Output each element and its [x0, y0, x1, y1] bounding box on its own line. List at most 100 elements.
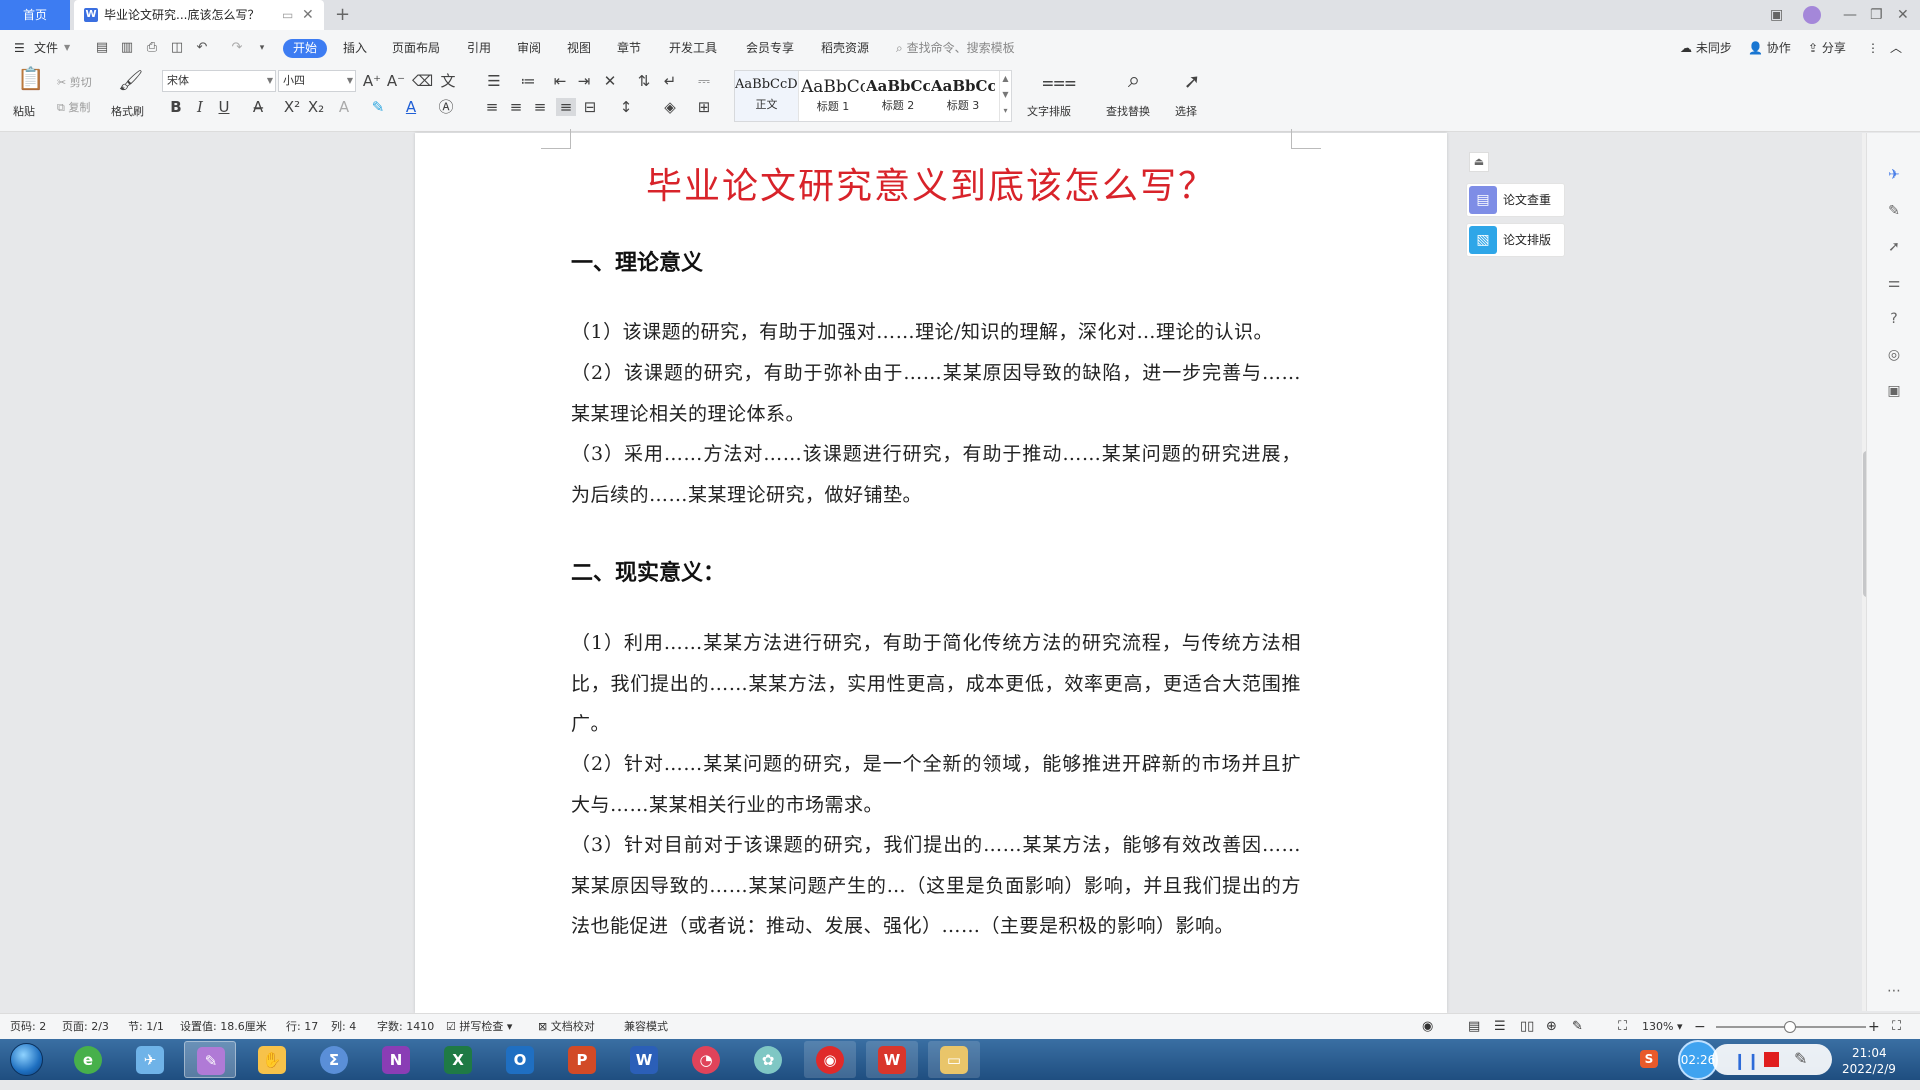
tab-document[interactable]: W 毕业论文研究...底该怎么写？ ▭ ✕ [74, 0, 324, 30]
paper-check-button[interactable]: ▤ 论文查重 [1466, 183, 1565, 217]
select-icon[interactable]: ➚ [1884, 237, 1904, 257]
zoom-out-icon[interactable]: − [1694, 1014, 1706, 1040]
menu-review[interactable]: 审阅 [517, 30, 541, 66]
grow-font-icon[interactable]: A⁺ [362, 72, 382, 90]
undo-icon[interactable]: ↶ [194, 40, 210, 56]
menu-view[interactable]: 视图 [567, 30, 591, 66]
taskbar-app[interactable]: ◉ [804, 1041, 856, 1078]
sort-icon[interactable]: ⇅ [634, 72, 654, 90]
collapse-ribbon-icon[interactable]: ︿ [1890, 30, 1902, 66]
select-label[interactable]: 选择 [1175, 103, 1197, 119]
font-size-select[interactable]: 小四 ▼ [278, 70, 356, 92]
outline-view-icon[interactable]: ☰ [1494, 1014, 1506, 1040]
document-page[interactable]: 毕业论文研究意义到底该怎么写？ 一、理论意义 （1）该课题的研究，有助于加强对…… [415, 129, 1447, 1013]
taskbar-app[interactable]: e [62, 1041, 114, 1078]
print-icon[interactable]: ⎙ [144, 40, 160, 56]
avatar[interactable] [1803, 6, 1821, 24]
tab-close-icon[interactable]: ✕ [302, 0, 314, 30]
taskbar-app[interactable]: ✈ [124, 1041, 176, 1078]
zoom-slider-handle[interactable] [1784, 1021, 1796, 1033]
proofread-button[interactable]: ⊠ 文档校对 [538, 1014, 595, 1040]
more-dots-icon[interactable]: ⋯ [1884, 981, 1904, 1001]
font-name-select[interactable]: 宋体 ▼ [162, 70, 276, 92]
text-layout-icon[interactable]: ⩶ [1042, 71, 1076, 91]
restore-icon[interactable]: ❐ [1870, 0, 1883, 30]
stop-icon[interactable] [1764, 1052, 1779, 1067]
find-replace-icon[interactable]: ⌕ [1121, 70, 1147, 92]
align-center-icon[interactable]: ≡ [506, 98, 526, 116]
distributed-icon[interactable]: ⊟ [580, 98, 600, 116]
text-effect-icon[interactable]: A [334, 98, 354, 116]
subscript-icon[interactable]: X₂ [306, 98, 326, 116]
taskbar-app[interactable]: ◔ [680, 1041, 732, 1078]
settings-sliders-icon[interactable]: ⚌ [1884, 273, 1904, 293]
select-cursor-icon[interactable]: ➚ [1180, 71, 1204, 91]
bullet-list-icon[interactable]: ☰ [484, 72, 504, 90]
fullscreen-icon[interactable]: ⛶ [1892, 1014, 1901, 1040]
menu-docer[interactable]: 稻壳资源 [821, 30, 869, 66]
help-icon[interactable]: ? [1884, 309, 1904, 329]
increase-indent-icon[interactable]: ⇥ [574, 72, 594, 90]
menu-start[interactable]: 开始 [283, 39, 327, 58]
strikethrough-icon[interactable]: A̶ [248, 98, 268, 116]
status-words[interactable]: 字数: 1410 [377, 1014, 434, 1040]
close-window-icon[interactable]: ✕ [1897, 0, 1909, 30]
more-icon[interactable]: ⋮ [1867, 30, 1879, 66]
taskbar-app[interactable]: ▭ [928, 1041, 980, 1078]
fit-page-icon[interactable]: ⛶ [1618, 1014, 1627, 1040]
layout-icon[interactable]: ▣ [1770, 0, 1783, 30]
sync-button[interactable]: ☁ 未同步 [1680, 30, 1732, 66]
tab-pin-icon[interactable]: ▭ [282, 0, 293, 30]
taskbar-app-active[interactable]: ✎ [184, 1041, 236, 1078]
pinyin-icon[interactable]: 文 [438, 72, 458, 90]
eye-protect-icon[interactable]: ◉ [1422, 1014, 1433, 1040]
tab-home[interactable]: 首页 [0, 0, 70, 30]
collab-button[interactable]: 👤 协作 [1748, 30, 1791, 66]
show-marks-icon[interactable]: ↵ [660, 72, 680, 90]
location-icon[interactable]: ◎ [1884, 345, 1904, 365]
taskbar-app[interactable]: O [494, 1041, 546, 1078]
format-painter-icon[interactable]: 🖌 [118, 70, 143, 90]
pen-icon[interactable]: ✎ [1794, 1049, 1807, 1068]
search-command[interactable]: ⌕ 查找命令、搜索模板 [896, 30, 1015, 66]
save-icon[interactable]: ▤ [94, 40, 110, 56]
status-pages[interactable]: 页面: 2/3 [62, 1014, 109, 1040]
paste-label[interactable]: 粘贴 [13, 103, 35, 119]
share-button[interactable]: ⇪ 分享 [1808, 30, 1846, 66]
menu-toggle-icon[interactable]: ☰ [14, 30, 25, 66]
redo-icon[interactable]: ↷ [229, 40, 245, 56]
taskbar-app[interactable]: ✋ [246, 1041, 298, 1078]
pause-icon[interactable]: ❙❙ [1733, 1051, 1760, 1070]
superscript-icon[interactable]: X² [282, 98, 302, 116]
shading-icon[interactable]: ◈ [660, 98, 680, 116]
spell-check-toggle[interactable]: ☑ 拼写检查 ▾ [446, 1014, 512, 1040]
line-spacing-icon[interactable]: ↕ [616, 98, 636, 116]
edit-icon[interactable]: ✎ [1884, 201, 1904, 221]
print-preview-icon[interactable]: ◫ [169, 40, 185, 56]
underline-icon[interactable]: U [214, 98, 234, 116]
write-view-icon[interactable]: ✎ [1572, 1014, 1583, 1040]
text-layout-label[interactable]: 文字排版 [1027, 103, 1071, 119]
highlight-icon[interactable]: ✎ [368, 98, 388, 116]
page-view-icon[interactable]: ▤ [1468, 1014, 1480, 1040]
start-button[interactable] [6, 1041, 46, 1078]
clock-date[interactable]: 2022/2/9 [1842, 1049, 1896, 1090]
assistant-icon[interactable]: ✈ [1884, 165, 1904, 185]
format-painter-label[interactable]: 格式刷 [111, 103, 144, 119]
justify-icon[interactable]: ≡ [556, 98, 576, 116]
export-pdf-icon[interactable]: ▥ [119, 40, 135, 56]
ime-icon[interactable]: S [1640, 1050, 1658, 1068]
menu-developer[interactable]: 开发工具 [669, 30, 717, 66]
menu-file[interactable]: 文件 [34, 30, 58, 66]
style-heading-3[interactable]: AaBbCcI 标题 3 [931, 71, 995, 121]
copy-button[interactable]: ⧉ 复制 [57, 99, 90, 115]
taskbar-app[interactable]: ✿ [742, 1041, 794, 1078]
paste-icon[interactable]: 📋 [17, 69, 44, 91]
numbered-list-icon[interactable]: ≔ [518, 72, 538, 90]
cut-button[interactable]: ✂ 剪切 [57, 74, 92, 90]
paper-layout-button[interactable]: ▧ 论文排版 [1466, 223, 1565, 257]
find-replace-label[interactable]: 查找替换 [1106, 103, 1150, 119]
chinese-layout-icon[interactable]: ✕ [600, 72, 620, 90]
read-view-icon[interactable]: ▯▯ [1520, 1014, 1534, 1040]
bold-icon[interactable]: B [166, 98, 186, 116]
